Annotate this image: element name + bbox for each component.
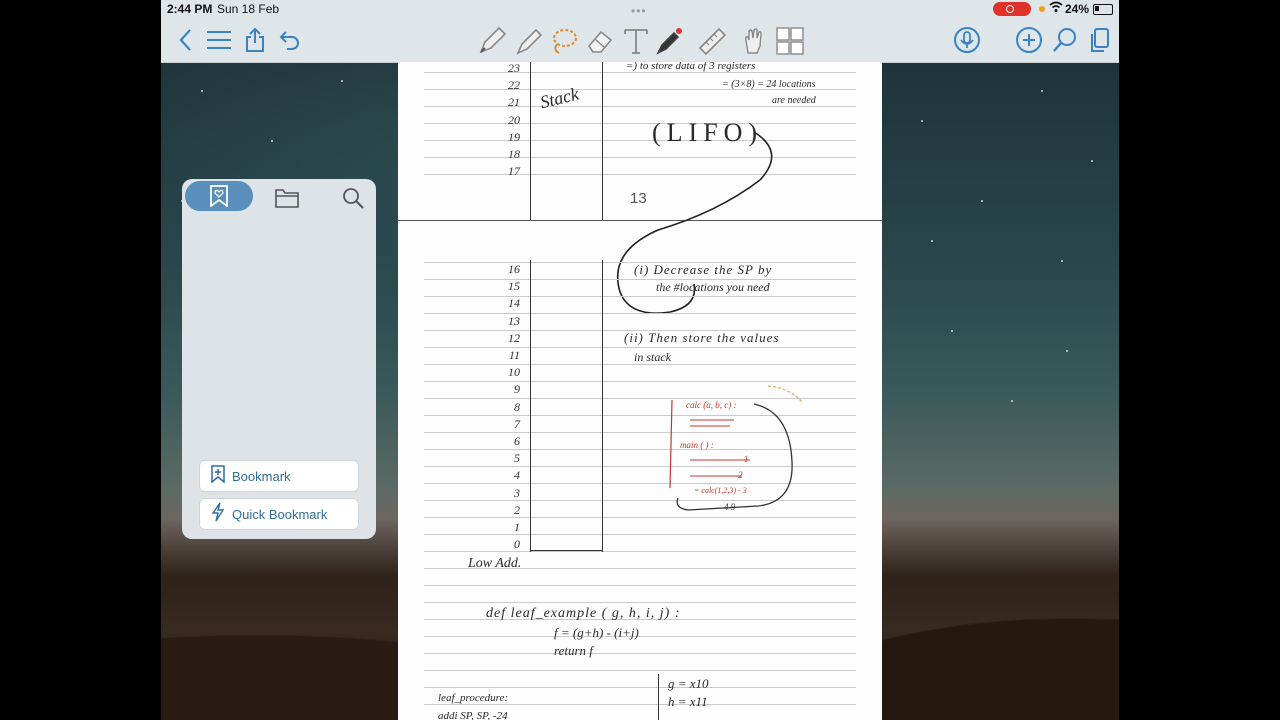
red-call-line: = calc(1,2,3) - 3: [694, 486, 747, 495]
eraser-icon[interactable]: [585, 26, 615, 56]
lightning-icon: [204, 502, 232, 526]
list-icon[interactable]: [205, 26, 233, 54]
addi-line: addi SP, SP, -24: [438, 710, 508, 720]
quick-bookmark-button[interactable]: Quick Bookmark: [199, 498, 359, 530]
notebook-page[interactable]: 23 22 21 20 19 18 17 Stack =) to store data of…: [398, 62, 882, 720]
status-time: 2:44 PM: [167, 2, 213, 16]
red-line-2: 2: [738, 470, 743, 480]
text-icon[interactable]: [621, 26, 651, 56]
ipad-screen: 2:44 PM Sun 18 Feb ••• 24% Bookmark Quic…: [161, 0, 1119, 720]
search-icon[interactable]: [1051, 26, 1079, 54]
toolbar: [161, 18, 1119, 63]
multitask-grabber[interactable]: •••: [631, 4, 647, 18]
tab-folder[interactable]: [274, 187, 300, 209]
share-icon[interactable]: [243, 26, 267, 54]
back-chevron-icon[interactable]: [175, 26, 195, 54]
pages-icon[interactable]: [1087, 26, 1111, 54]
status-date: Sun 18 Feb: [217, 2, 280, 16]
red-nums: 4 9: [724, 502, 736, 512]
red-main-label: main ( ) :: [680, 440, 714, 450]
undo-icon[interactable]: [278, 26, 302, 54]
laser-pointer-icon[interactable]: [655, 26, 685, 56]
bookmark-plus-icon: [204, 465, 232, 487]
status-bar: 2:44 PM Sun 18 Feb ••• 24%: [161, 0, 1119, 18]
pen-icon[interactable]: [477, 26, 507, 56]
return-line: return f: [554, 643, 593, 658]
add-icon[interactable]: [1015, 26, 1043, 54]
bookmark-label: Bookmark: [232, 468, 291, 484]
battery-percent: 24%: [1065, 2, 1090, 16]
wifi-icon: [1049, 1, 1063, 16]
mic-indicator-icon: [1039, 6, 1045, 12]
tab-bookmarks[interactable]: [185, 181, 253, 211]
image-grid-icon[interactable]: [775, 26, 805, 56]
microphone-icon[interactable]: [953, 26, 981, 54]
leaf-procedure-label: leaf_procedure:: [438, 692, 509, 704]
battery-icon: [1093, 4, 1113, 15]
lasso-icon[interactable]: [549, 26, 579, 56]
red-line-1: 1: [744, 454, 749, 464]
search-icon: [343, 188, 364, 209]
folder-icon: [275, 189, 299, 208]
bookmark-panel: Bookmark Quick Bookmark: [182, 179, 376, 539]
register-h: h = x11: [668, 694, 708, 709]
red-calc-label: calc (a, b, c) :: [686, 400, 737, 410]
register-g: g = x10: [668, 676, 709, 691]
add-bookmark-button[interactable]: Bookmark: [199, 460, 359, 492]
f-assign-line: f = (g+h) - (i+j): [554, 625, 639, 640]
highlighter-icon[interactable]: [513, 26, 543, 56]
def-line: def leaf_example ( g, h, i, j) :: [486, 606, 681, 621]
tab-search[interactable]: [342, 187, 364, 209]
bookmarks-icon: [210, 185, 228, 207]
screen-recording-icon[interactable]: [993, 2, 1031, 16]
hand-icon[interactable]: [739, 26, 769, 56]
ruler-icon[interactable]: [697, 26, 727, 56]
quick-bookmark-label: Quick Bookmark: [232, 506, 328, 522]
